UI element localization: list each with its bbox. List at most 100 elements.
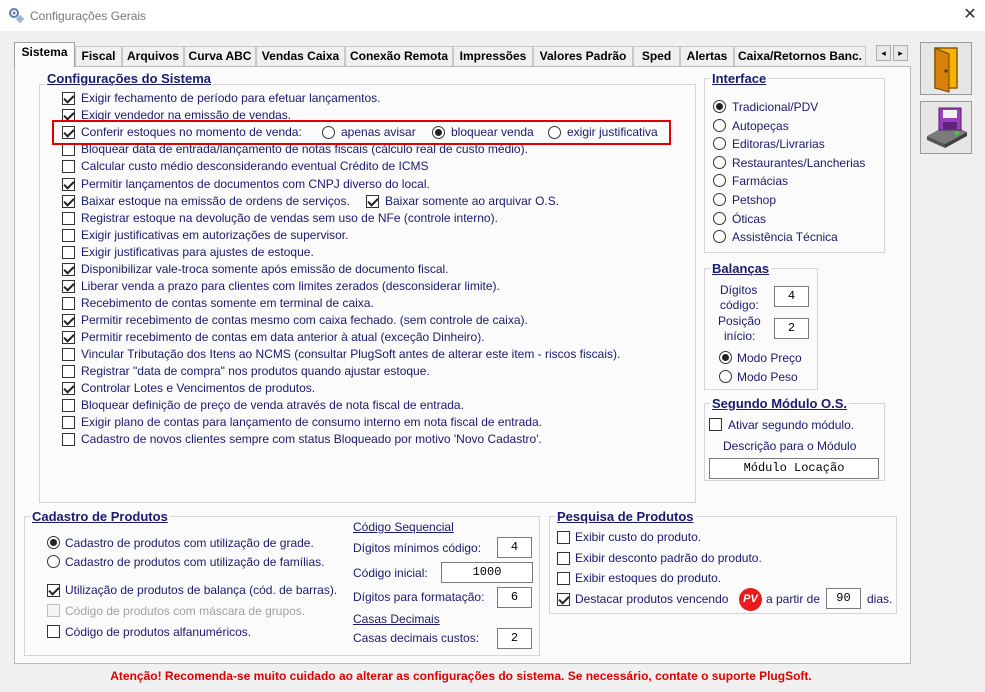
interface-title: Interface bbox=[710, 71, 769, 86]
config-checkbox[interactable] bbox=[62, 331, 75, 344]
segundo-modulo-title: Segundo Módulo O.S. bbox=[710, 396, 850, 411]
casas-decimais-title: Casas Decimais bbox=[353, 612, 440, 626]
digitos-formatacao-input[interactable]: 6 bbox=[497, 587, 532, 608]
balancas-digitos-input[interactable]: 4 bbox=[774, 286, 809, 307]
interface-option-radio[interactable] bbox=[713, 193, 726, 206]
tab-alertas[interactable]: Alertas bbox=[680, 46, 734, 66]
config-label: Permitir lançamentos de documentos com C… bbox=[81, 177, 430, 191]
estoque-option-radio[interactable] bbox=[322, 126, 335, 139]
destacar-vencendo-checkbox[interactable] bbox=[557, 593, 570, 606]
dias-input[interactable]: 90 bbox=[826, 588, 861, 609]
exibir-custo-checkbox[interactable] bbox=[557, 531, 570, 544]
exit-button[interactable] bbox=[920, 42, 972, 95]
grade-label: Cadastro de produtos com utilização de g… bbox=[65, 536, 314, 550]
tab-next-button[interactable]: ▸ bbox=[893, 45, 908, 61]
estoque-option-label: exigir justificativa bbox=[567, 125, 658, 139]
balanca-mode-radio[interactable] bbox=[719, 370, 732, 383]
pv-badge-icon: PV bbox=[739, 588, 762, 611]
tab-caixa-retornos-banc-[interactable]: Caixa/Retornos Banc. bbox=[734, 46, 866, 66]
baixar-arquivar-checkbox[interactable] bbox=[366, 195, 379, 208]
exibir-desconto-checkbox[interactable] bbox=[557, 552, 570, 565]
estoque-option-radio[interactable] bbox=[432, 126, 445, 139]
tab-prev-button[interactable]: ◂ bbox=[876, 45, 891, 61]
interface-option-label: Óticas bbox=[732, 211, 767, 226]
config-checkbox[interactable] bbox=[62, 382, 75, 395]
digitos-formatacao-label: Dígitos para formatação: bbox=[353, 590, 485, 604]
config-label: Exigir fechamento de período para efetua… bbox=[81, 91, 381, 105]
config-checkbox[interactable] bbox=[62, 92, 75, 105]
pesquisa-produtos-title: Pesquisa de Produtos bbox=[555, 509, 696, 524]
config-checkbox[interactable] bbox=[62, 314, 75, 327]
balancas-posicao-label: Posição bbox=[718, 314, 761, 328]
config-checkbox[interactable] bbox=[62, 297, 75, 310]
tab-sped[interactable]: Sped bbox=[633, 46, 680, 66]
config-checkbox[interactable] bbox=[62, 433, 75, 446]
exibir-desconto-label: Exibir desconto padrão do produto. bbox=[575, 551, 762, 565]
estoque-option-radio[interactable] bbox=[548, 126, 561, 139]
tab-arquivos[interactable]: Arquivos bbox=[122, 46, 184, 66]
config-label: Cadastro de novos clientes sempre com st… bbox=[81, 432, 542, 446]
tab-conex-o-remota[interactable]: Conexão Remota bbox=[345, 46, 453, 66]
estoque-option-label: bloquear venda bbox=[451, 125, 534, 139]
balancas-digitos-label: Dígitos bbox=[720, 283, 758, 297]
config-label: Registrar estoque na devolução de vendas… bbox=[81, 211, 498, 225]
tab-sistema[interactable]: Sistema bbox=[14, 42, 75, 67]
save-disk-icon bbox=[927, 107, 967, 148]
config-label: Exigir justificativas em autorizações de… bbox=[81, 228, 349, 242]
config-checkbox[interactable] bbox=[62, 178, 75, 191]
tab-fiscal[interactable]: Fiscal bbox=[75, 46, 122, 66]
config-checkbox[interactable] bbox=[62, 212, 75, 225]
ativar-segundo-modulo-checkbox[interactable] bbox=[709, 418, 722, 431]
config-checkbox[interactable] bbox=[62, 195, 75, 208]
exibir-estoques-label: Exibir estoques do produto. bbox=[575, 571, 722, 585]
tab-vendas-caixa[interactable]: Vendas Caixa bbox=[256, 46, 345, 66]
balancas-digitos-label-2: código: bbox=[720, 298, 759, 312]
interface-option-radio[interactable] bbox=[713, 211, 726, 225]
config-label: Controlar Lotes e Vencimentos de produto… bbox=[81, 381, 316, 395]
familias-radio[interactable] bbox=[47, 555, 60, 568]
tab-curva-abc[interactable]: Curva ABC bbox=[184, 46, 256, 66]
config-checkbox[interactable] bbox=[62, 348, 75, 361]
config-label: Calcular custo médio desconsiderando eve… bbox=[81, 159, 429, 173]
casas-custos-label: Casas decimais custos: bbox=[353, 631, 480, 645]
alfanumericos-checkbox[interactable] bbox=[47, 625, 60, 638]
digitos-minimos-input[interactable]: 4 bbox=[497, 537, 532, 558]
config-label: Exigir justificativas para ajustes de es… bbox=[81, 245, 314, 259]
interface-option-label: Editoras/Livrarias bbox=[732, 137, 825, 152]
config-checkbox[interactable] bbox=[62, 229, 75, 242]
config-label: Liberar venda a prazo para clientes com … bbox=[81, 279, 500, 293]
config-label: Exigir plano de contas para lançamento d… bbox=[81, 415, 542, 429]
alfanumericos-label: Código de produtos alfanuméricos. bbox=[65, 625, 252, 639]
codigo-inicial-input[interactable]: 1000 bbox=[441, 562, 533, 583]
config-checkbox[interactable] bbox=[62, 280, 75, 293]
interface-option-radio[interactable] bbox=[713, 118, 726, 132]
mascara-checkbox[interactable] bbox=[47, 604, 60, 617]
config-checkbox[interactable] bbox=[62, 416, 75, 429]
interface-option-radio[interactable] bbox=[713, 100, 726, 113]
config-checkbox[interactable] bbox=[62, 263, 75, 276]
title-bar: Configurações Gerais ✕ bbox=[0, 0, 985, 31]
casas-custos-input[interactable]: 2 bbox=[497, 628, 532, 649]
balanca-mode-radio[interactable] bbox=[719, 351, 732, 364]
exibir-estoques-checkbox[interactable] bbox=[557, 572, 570, 585]
interface-option-radio[interactable] bbox=[713, 155, 726, 169]
config-checkbox[interactable] bbox=[62, 246, 75, 259]
config-label: Permitir recebimento de contas mesmo com… bbox=[81, 313, 528, 327]
ativar-segundo-modulo-label: Ativar segundo módulo. bbox=[728, 418, 855, 432]
balancas-posicao-input[interactable]: 2 bbox=[774, 318, 809, 339]
tab-impress-es[interactable]: Impressões bbox=[453, 46, 533, 66]
config-checkbox[interactable] bbox=[62, 399, 75, 412]
save-button[interactable] bbox=[920, 101, 972, 154]
interface-option-label: Tradicional/PDV bbox=[732, 100, 819, 114]
descricao-modulo-input[interactable]: Módulo Locação bbox=[709, 458, 879, 479]
balanca-checkbox[interactable] bbox=[47, 584, 60, 597]
config-label: Baixar estoque na emissão de ordens de s… bbox=[81, 194, 350, 208]
baixar-arquivar-label: Baixar somente ao arquivar O.S. bbox=[385, 194, 560, 208]
balanca-mode-label: Modo Preço bbox=[737, 351, 802, 365]
grade-radio[interactable] bbox=[47, 536, 60, 549]
config-label: Registrar "data de compra" nos produtos … bbox=[81, 364, 430, 378]
close-icon[interactable]: ✕ bbox=[960, 5, 980, 25]
config-checkbox[interactable] bbox=[62, 160, 75, 173]
tab-valores-padr-o[interactable]: Valores Padrão bbox=[533, 46, 633, 66]
config-checkbox[interactable] bbox=[62, 365, 75, 378]
